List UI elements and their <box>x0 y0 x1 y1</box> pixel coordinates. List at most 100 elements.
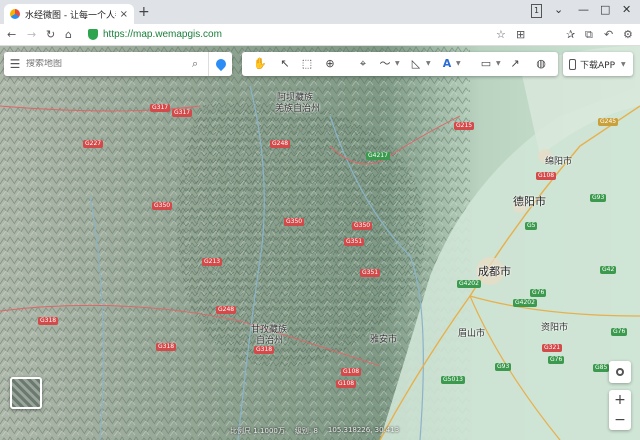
undo-icon[interactable]: ↶ <box>604 28 613 41</box>
browser-tab-bar: 水经微图 - 让每一个人都有自己的 × + 1 ⌄ — □ ✕ <box>0 0 640 24</box>
road-shield: G42 <box>600 266 617 274</box>
road-shield: G350 <box>284 218 305 226</box>
road-shield: G318 <box>254 346 275 354</box>
label-meishan: 眉山市 <box>458 329 486 339</box>
road-shield: G248 <box>216 306 237 314</box>
back-icon[interactable]: ← <box>7 28 16 41</box>
label-deyang: 德阳市 <box>513 195 546 208</box>
secure-shield-icon <box>88 29 98 40</box>
road-shield: G4202 <box>513 299 537 307</box>
extension-icon[interactable]: ⊞ <box>516 28 525 41</box>
polygon-icon[interactable]: ◺ <box>408 56 424 72</box>
road-shield: G215 <box>454 122 475 130</box>
settings-icon[interactable]: ⚙ <box>623 28 633 41</box>
download-app-label: 下载APP <box>580 60 616 71</box>
browser-nav-bar: ← → ↻ ⌂ https://map.wemapgis.com ☆ ⊞ ✰ ⧉… <box>0 24 640 46</box>
maximize-icon[interactable]: □ <box>600 4 610 16</box>
road-shield: G93 <box>495 363 512 371</box>
restore-down-icon[interactable]: ⌄ <box>554 4 563 16</box>
road-shield: G317 <box>150 104 171 112</box>
search-input[interactable] <box>26 59 192 69</box>
download-app-button[interactable]: 下载APP ▼ <box>563 52 633 76</box>
road-shield: G108 <box>536 172 557 180</box>
favorites-icon[interactable]: ✰ <box>566 28 575 41</box>
label-ziyang: 资阳市 <box>541 323 569 333</box>
road-shield: G85 <box>593 364 610 372</box>
road-shield: G321 <box>542 344 563 352</box>
road-shield: G108 <box>336 380 357 388</box>
window-close-icon[interactable]: ✕ <box>622 4 631 16</box>
polygon-dropdown-icon[interactable]: ▼ <box>426 60 431 67</box>
label-aba-2: 羌族自治州 <box>275 104 321 114</box>
select-arrow-icon[interactable]: ↖ <box>277 56 293 72</box>
zoom-search-icon[interactable]: ⊕ <box>322 56 338 72</box>
road-shield: G108 <box>341 368 362 376</box>
phone-icon <box>569 58 576 70</box>
road-shield: G350 <box>352 222 373 230</box>
my-location-button[interactable] <box>609 361 631 383</box>
browser-tab[interactable]: 水经微图 - 让每一个人都有自己的 × <box>4 4 134 24</box>
locate-pin-button[interactable] <box>208 52 232 76</box>
layer-switch-button[interactable] <box>10 377 42 409</box>
location-target-icon <box>616 368 624 376</box>
road-shield: G350 <box>152 202 173 210</box>
polyline-dropdown-icon[interactable]: ▼ <box>395 60 400 67</box>
home-icon[interactable]: ⌂ <box>65 28 72 41</box>
label-ganzi-2: 自治州 <box>256 336 284 346</box>
road-shield: G5013 <box>441 376 465 384</box>
zoom-level-text: 级别: 8 <box>294 427 318 435</box>
zoom-in-button[interactable]: + <box>609 390 631 410</box>
zoom-control: + − <box>609 390 631 430</box>
road-shield: G93 <box>590 194 607 202</box>
edit-pointer-icon[interactable]: ↗ <box>507 56 523 72</box>
box-select-icon[interactable]: ⬚ <box>299 56 315 72</box>
reload-icon[interactable]: ↻ <box>46 28 55 41</box>
collections-icon[interactable]: ⧉ <box>585 28 593 41</box>
road-shield: G4217 <box>366 152 390 160</box>
address-bar[interactable]: https://map.wemapgis.com <box>103 28 222 41</box>
label-chengdu: 成都市 <box>478 265 511 278</box>
ruler-dropdown-icon[interactable]: ▼ <box>496 60 501 67</box>
road-shield: G351 <box>360 269 381 277</box>
pan-hand-icon[interactable]: ✋ <box>252 56 268 72</box>
site-favicon-icon <box>10 9 20 19</box>
drawing-toolbar: ✋ ↖ ⬚ ⊕ ⌖ 〜 ▼ ◺ ▼ A ▼ ▭ ▼ ↗ ◍ <box>242 52 558 76</box>
minimize-icon[interactable]: — <box>578 4 589 16</box>
menu-icon[interactable]: ☰ <box>4 57 26 71</box>
scale-text: 比例尺 1:1000万 <box>230 427 285 435</box>
road-shield: G318 <box>156 343 177 351</box>
road-shield: G76 <box>548 356 565 364</box>
road-shield: G351 <box>344 238 365 246</box>
road-shield: G76 <box>530 289 547 297</box>
road-shield: G76 <box>611 328 628 336</box>
globe-icon[interactable]: ◍ <box>533 56 549 72</box>
road-shield: G213 <box>202 258 223 266</box>
text-dropdown-icon[interactable]: ▼ <box>456 60 461 67</box>
text-tool-icon[interactable]: A <box>439 56 455 72</box>
search-icon[interactable]: ⌕ <box>192 57 208 71</box>
road-shield: G4202 <box>457 280 481 288</box>
map-canvas[interactable]: 阿坝藏族 羌族自治州 甘孜藏族 自治州 成都市 德阳市 绵阳市 雅安市 眉山市 … <box>0 46 640 440</box>
road-shield: G317 <box>172 109 193 117</box>
bookmark-star-icon[interactable]: ☆ <box>496 28 506 41</box>
road-shield: G245 <box>598 118 619 126</box>
map-status-bar: 比例尺 1:1000万 级别: 8 105.318226, 30.413 <box>230 426 610 440</box>
window-count-badge[interactable]: 1 <box>531 4 543 18</box>
coordinates-text: 105.318226, 30.413 <box>327 426 400 434</box>
road-shield: G227 <box>83 140 104 148</box>
map-pin-icon <box>213 56 228 72</box>
zoom-out-button[interactable]: − <box>609 410 631 430</box>
map-search-box: ☰ ⌕ <box>4 52 232 76</box>
new-tab-icon[interactable]: + <box>138 5 150 19</box>
marker-icon[interactable]: ⌖ <box>355 56 371 72</box>
road-shield: G318 <box>38 317 59 325</box>
label-mianyang: 绵阳市 <box>545 157 573 167</box>
polyline-icon[interactable]: 〜 <box>377 56 393 72</box>
app-dropdown-icon[interactable]: ▼ <box>621 61 626 68</box>
ruler-icon[interactable]: ▭ <box>478 56 494 72</box>
tab-close-icon[interactable]: × <box>120 9 128 20</box>
road-shield: G5 <box>525 222 538 230</box>
road-shield: G248 <box>270 140 291 148</box>
tab-title: 水经微图 - 让每一个人都有自己的 <box>25 10 116 21</box>
forward-icon[interactable]: → <box>27 28 36 41</box>
